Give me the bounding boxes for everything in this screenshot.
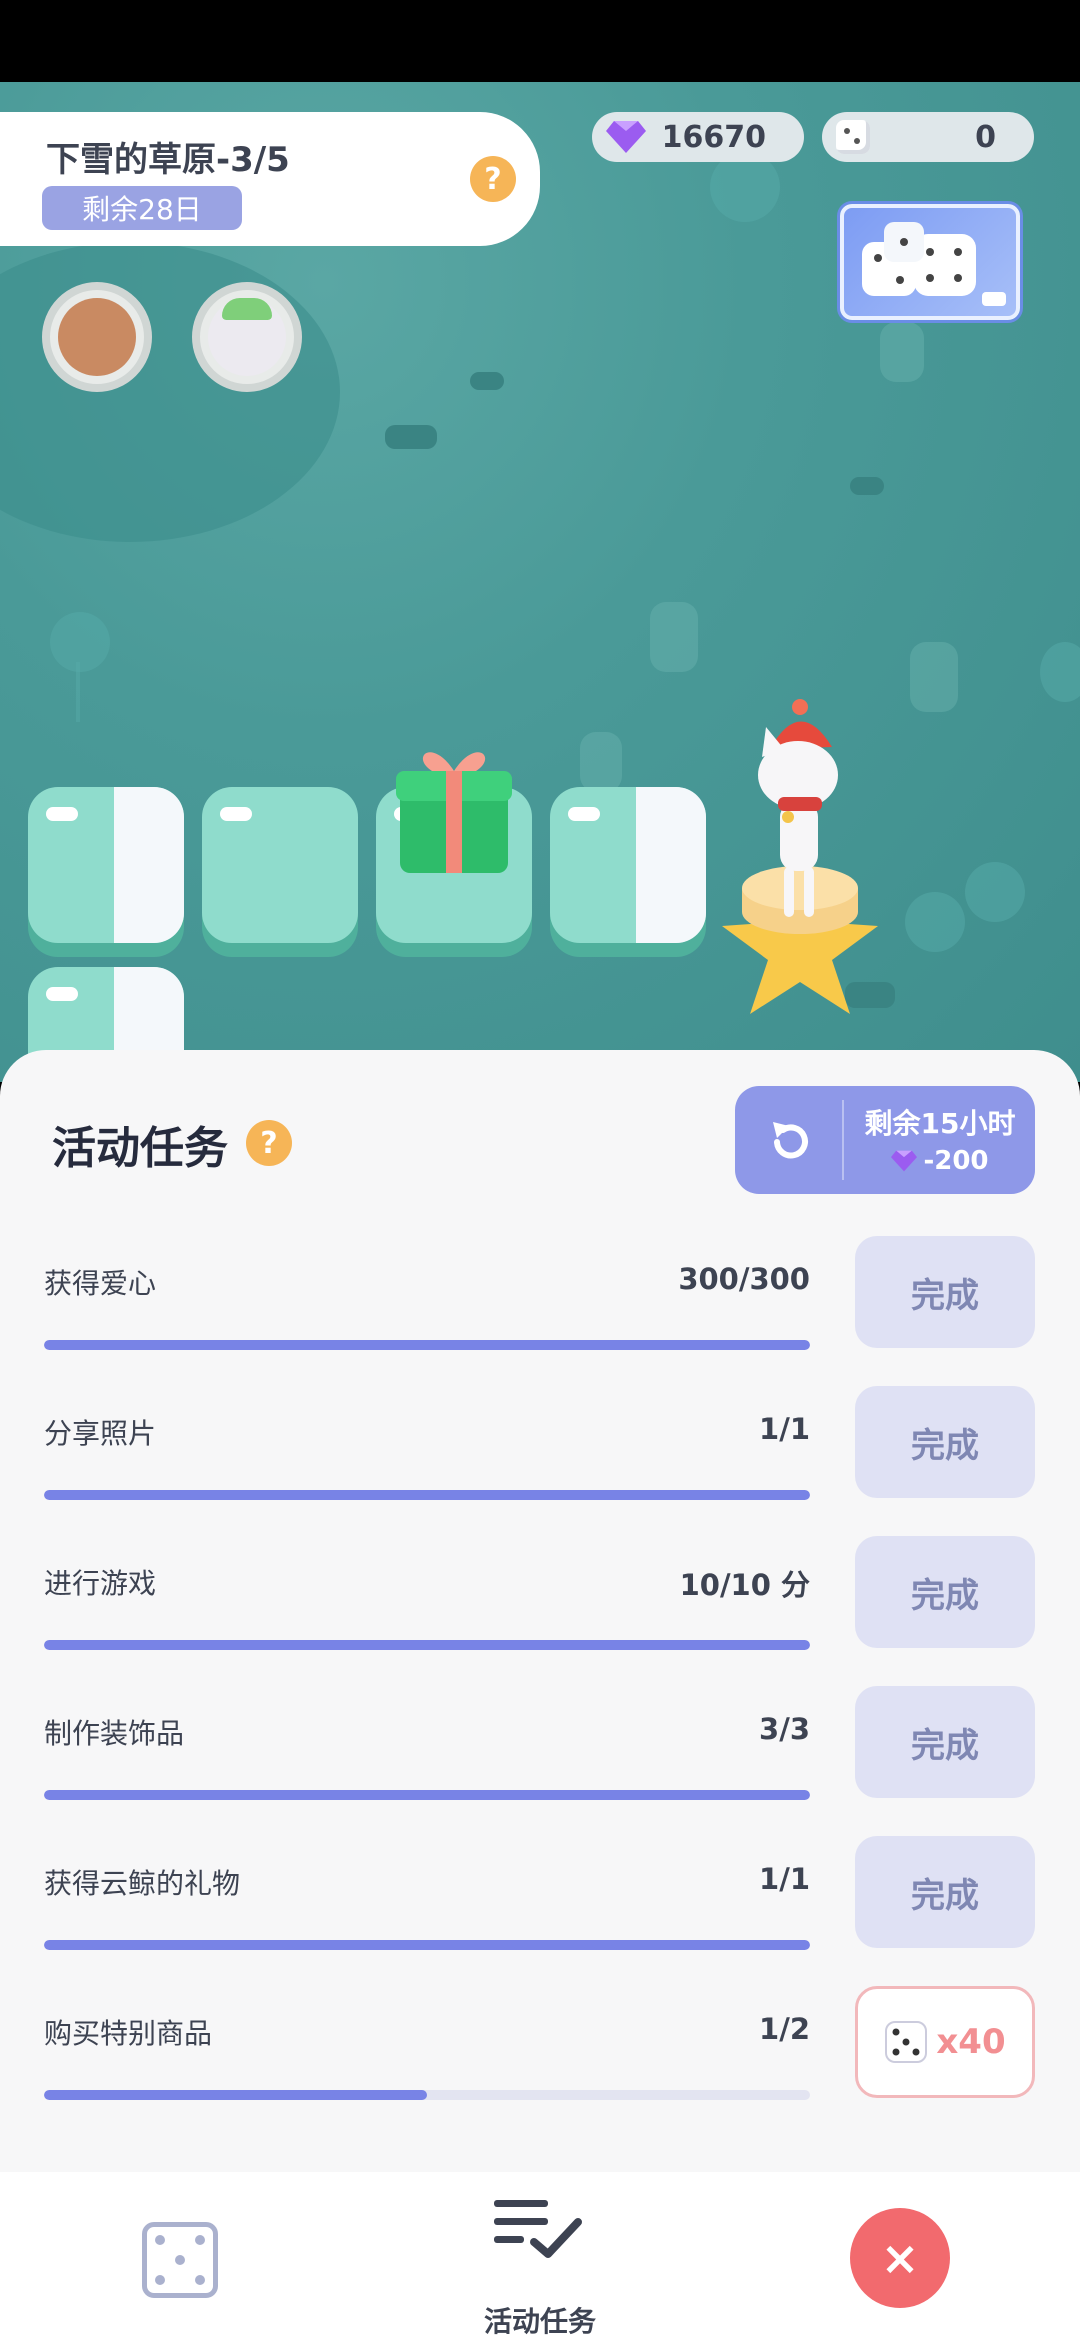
task-reward-button[interactable]: x40 — [855, 1986, 1035, 2098]
gem-counter[interactable]: 16670 — [592, 112, 804, 162]
panel-title: 活动任务 — [52, 1123, 228, 1174]
sheep-avatar-icon — [208, 298, 286, 376]
background-hill — [0, 242, 340, 542]
task-progress-bar — [44, 1640, 810, 1650]
task-progress-text: 1/1 — [759, 1862, 810, 1896]
task-label: 分享照片 — [44, 1417, 157, 1450]
task-progress-text: 1/2 — [759, 2012, 810, 2046]
task-label: 获得爱心 — [44, 1267, 157, 1300]
gift-box-icon[interactable] — [392, 737, 516, 877]
gem-icon — [891, 1150, 918, 1172]
background-tree — [905, 892, 965, 952]
dice-shop-button[interactable] — [840, 204, 1020, 320]
task-progress-bar — [44, 1790, 810, 1800]
player-cat-icon — [758, 699, 838, 917]
task-complete-button[interactable]: 完成 — [855, 1236, 1035, 1348]
close-button[interactable]: × — [850, 2208, 950, 2308]
dog-avatar-icon — [58, 298, 136, 376]
task-progress-fill — [44, 1640, 810, 1650]
board-tile-snow — [550, 787, 706, 943]
dice-counter[interactable]: 0 — [822, 112, 1034, 162]
task-row: 进行游戏 10/10 分 完成 — [0, 1536, 1080, 1686]
task-progress-fill — [44, 1490, 810, 1500]
nav-dice-icon[interactable] — [142, 2222, 218, 2298]
task-label: 进行游戏 — [44, 1567, 157, 1600]
nav-event-tasks-tab[interactable]: 活动任务 — [440, 2192, 640, 2338]
dice-pair-icon — [862, 222, 1006, 306]
task-row: 获得云鲸的礼物 1/1 完成 — [0, 1836, 1080, 1986]
event-help-icon[interactable]: ? — [470, 156, 516, 202]
dice-icon — [836, 120, 870, 154]
task-progress-text: 300/300 — [678, 1262, 810, 1296]
background-tree-stem — [76, 662, 80, 722]
task-complete-button[interactable]: 完成 — [855, 1686, 1035, 1798]
task-row: 制作装饰品 3/3 完成 — [0, 1686, 1080, 1836]
background-tree — [965, 862, 1025, 922]
background-tree — [50, 612, 110, 672]
background-stone — [580, 732, 622, 792]
task-row: 分享照片 1/1 完成 — [0, 1386, 1080, 1536]
task-progress-text: 1/1 — [759, 1412, 810, 1446]
task-progress-fill — [44, 1340, 810, 1350]
friend-avatar-dog[interactable] — [42, 282, 152, 392]
task-progress-text: 3/3 — [759, 1712, 810, 1746]
task-label: 购买特别商品 — [44, 2017, 213, 2050]
task-progress-text: 10/10 分 — [679, 1568, 810, 1602]
task-progress-bar — [44, 1940, 810, 1950]
task-reward-amount: x40 — [936, 2022, 1006, 2062]
task-progress-fill — [44, 2090, 427, 2100]
days-remaining-badge: 剩余28日 — [42, 186, 242, 230]
event-level-card: 下雪的草原-3/5 剩余28日 ? — [0, 112, 540, 246]
task-complete-button[interactable]: 完成 — [855, 1536, 1035, 1648]
friend-avatar-sheep[interactable] — [192, 282, 302, 392]
nav-tasks-label: 活动任务 — [483, 2305, 596, 2338]
refresh-icon — [773, 1122, 808, 1159]
task-list-check-icon — [494, 2200, 582, 2258]
background-tree — [1040, 642, 1080, 702]
background-rock — [850, 477, 884, 495]
task-row: 购买特别商品 1/2 x40 — [0, 1986, 1080, 2136]
tasks-help-icon[interactable]: ? — [246, 1120, 292, 1166]
task-progress-bar — [44, 2090, 810, 2100]
board-tile-snow — [28, 787, 184, 943]
background-rock — [385, 425, 437, 449]
task-progress-fill — [44, 1940, 810, 1950]
event-level-title: 下雪的草原-3/5 — [46, 140, 290, 180]
close-icon: × — [880, 2231, 920, 2285]
task-row: 获得爱心 300/300 完成 — [0, 1236, 1080, 1386]
gem-count: 16670 — [661, 119, 766, 155]
refresh-time-left: 剩余15小时 — [864, 1107, 1016, 1140]
status-bar — [0, 0, 1080, 82]
background-stone — [880, 322, 924, 382]
board-tile — [202, 787, 358, 943]
background-tree — [710, 152, 780, 222]
dice-icon — [885, 2021, 928, 2063]
task-label: 获得云鲸的礼物 — [44, 1867, 241, 1900]
gem-icon — [606, 121, 646, 153]
background-rock — [470, 372, 504, 390]
dice-count: 0 — [975, 119, 996, 155]
background-stone — [650, 602, 698, 672]
refresh-tasks-button[interactable]: 剩余15小时 -200 — [735, 1086, 1035, 1194]
background-stone — [910, 642, 958, 712]
task-progress-bar — [44, 1490, 810, 1500]
task-complete-button[interactable]: 完成 — [855, 1836, 1035, 1948]
bottom-nav: 活动任务 × — [0, 2172, 1080, 2340]
refresh-cost: -200 — [855, 1146, 1025, 1176]
event-tasks-panel: 活动任务 ? 剩余15小时 -200 获得爱心 300/300 完成 分享照片 1/1 完… — [0, 1050, 1080, 2172]
refresh-cost-value: -200 — [923, 1146, 989, 1176]
task-complete-button[interactable]: 完成 — [855, 1386, 1035, 1498]
task-progress-fill — [44, 1790, 810, 1800]
task-progress-bar — [44, 1340, 810, 1350]
task-label: 制作装饰品 — [44, 1717, 185, 1750]
